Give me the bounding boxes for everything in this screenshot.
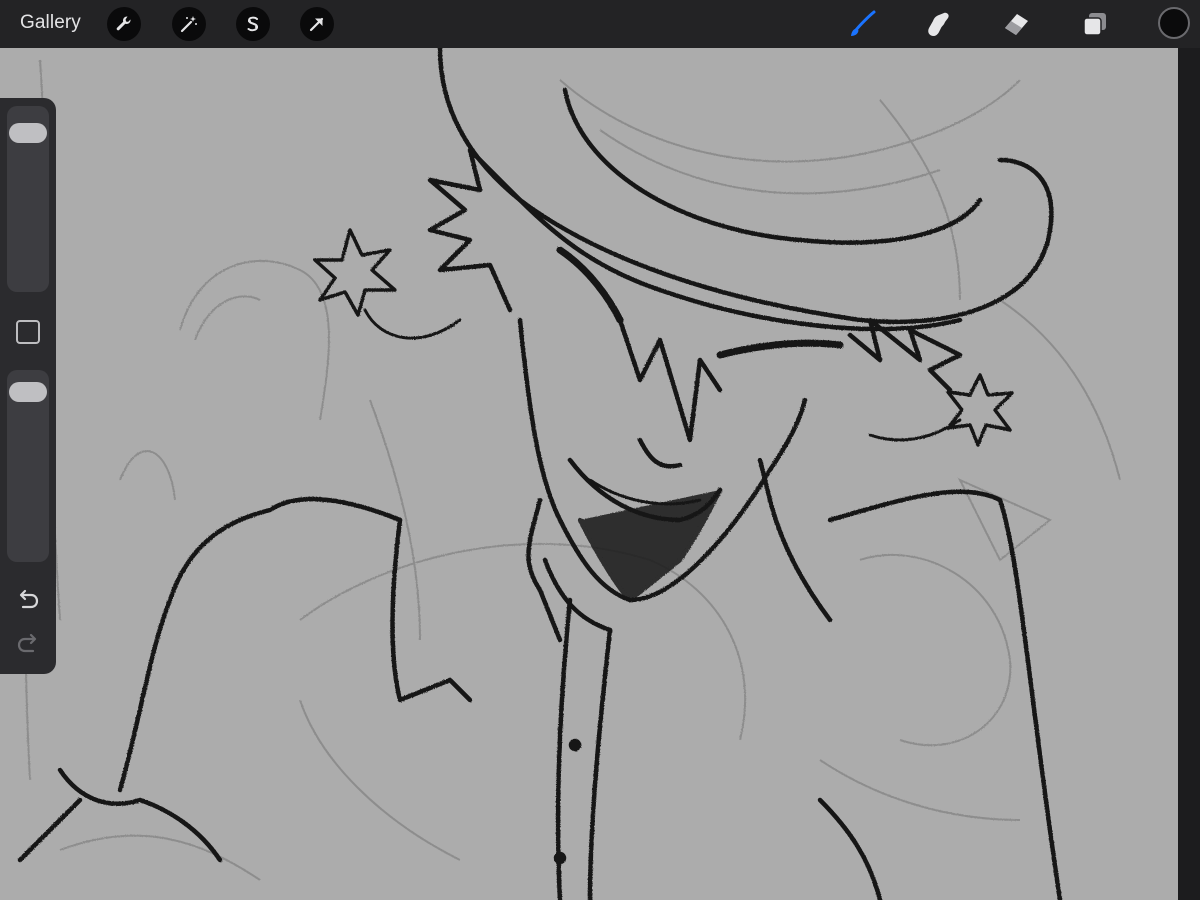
undo-button[interactable]: [14, 586, 42, 614]
square-icon: [16, 320, 40, 344]
color-picker-swatch[interactable]: [1158, 7, 1190, 39]
gallery-button[interactable]: Gallery: [20, 12, 81, 34]
eraser-icon[interactable]: [1000, 8, 1032, 40]
sketch-artwork: [0, 48, 1121, 900]
selection-s-icon[interactable]: [236, 7, 270, 41]
redo-button[interactable]: [14, 630, 42, 658]
wrench-icon[interactable]: [107, 7, 141, 41]
brush-size-slider[interactable]: [7, 106, 49, 292]
modify-button[interactable]: [16, 320, 40, 344]
layers-icon[interactable]: [1079, 8, 1111, 40]
opacity-slider[interactable]: [7, 370, 49, 562]
drawing-canvas[interactable]: [0, 48, 1178, 900]
brush-icon[interactable]: [846, 8, 878, 40]
brush-size-thumb[interactable]: [9, 122, 47, 143]
smudge-icon[interactable]: [922, 8, 954, 40]
redo-icon: [17, 633, 37, 653]
top-toolbar: Gallery: [0, 0, 1200, 48]
magic-wand-icon[interactable]: [172, 7, 206, 41]
opacity-thumb[interactable]: [9, 382, 47, 403]
undo-icon: [19, 589, 39, 609]
sidebar: [0, 98, 56, 674]
canvas-right-edge: [1178, 48, 1200, 900]
transform-arrow-icon[interactable]: [300, 7, 334, 41]
